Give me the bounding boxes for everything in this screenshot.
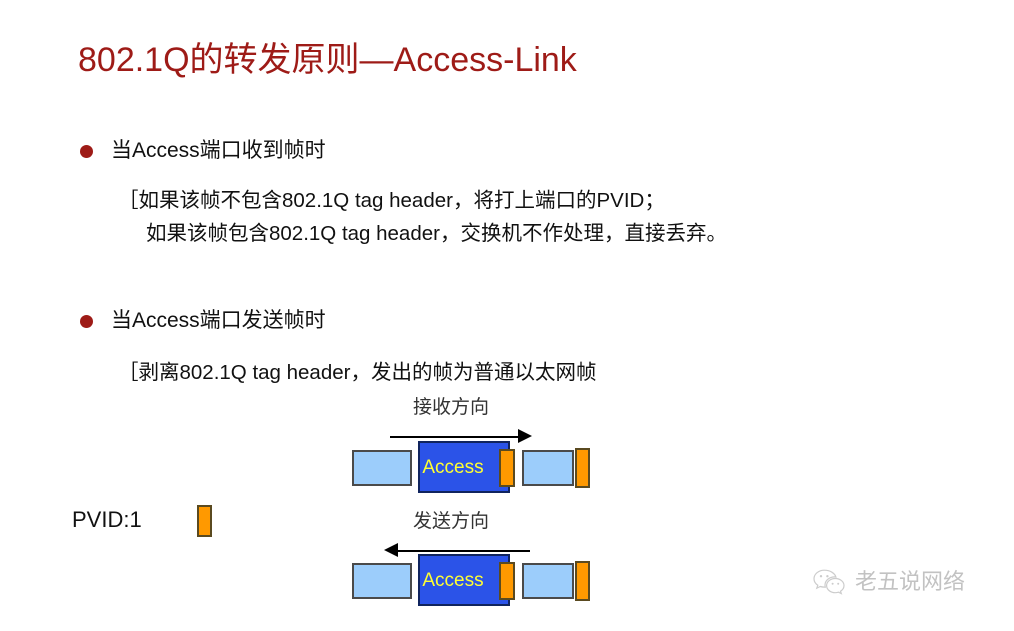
send-untagged-frame-box bbox=[352, 563, 412, 599]
send-arrow-shaft-icon bbox=[398, 550, 530, 552]
detail-line-receive-1: ［如果该帧不包含802.1Q tag header，将打上端口的PVID； bbox=[118, 189, 665, 212]
pvid-legend-label: PVID:1 bbox=[72, 507, 142, 532]
send-access-port-label: Access bbox=[422, 569, 484, 591]
bullet-dot-icon bbox=[80, 145, 93, 158]
receive-untagged-frame-box bbox=[352, 450, 412, 486]
send-access-port-box: Access bbox=[418, 554, 510, 606]
bullet-detail-receive: ［如果该帧不包含802.1Q tag header，将打上端口的PVID； 如果… bbox=[118, 184, 878, 250]
bullet-item-send: 当Access端口发送帧时 bbox=[80, 306, 326, 336]
watermark: 老五说网络 bbox=[812, 568, 965, 596]
send-arrow-head-icon bbox=[384, 543, 398, 557]
receive-direction-label: 接收方向 bbox=[413, 397, 490, 418]
detail-line-receive-2: 如果该帧包含802.1Q tag header，交换机不作处理，直接丢弃。 bbox=[146, 222, 727, 245]
send-access-tag-icon bbox=[499, 562, 515, 600]
send-frame-tag-icon bbox=[575, 561, 590, 601]
receive-access-port-label: Access bbox=[422, 456, 484, 478]
receive-access-port-box: Access bbox=[418, 441, 510, 493]
wechat-icon bbox=[813, 569, 845, 595]
page-title: 802.1Q的转发原则—Access-Link bbox=[78, 41, 577, 79]
bullet-detail-send: ［剥离802.1Q tag header，发出的帧为普通以太网帧 bbox=[118, 356, 878, 389]
receive-tagged-frame-box bbox=[522, 450, 574, 486]
bullet-label-receive: 当Access端口收到帧时 bbox=[111, 139, 326, 162]
bullet-item-receive: 当Access端口收到帧时 bbox=[80, 136, 326, 166]
bullet-dot-icon bbox=[80, 315, 93, 328]
bullet-label-send: 当Access端口发送帧时 bbox=[111, 309, 326, 332]
watermark-text: 老五说网络 bbox=[855, 569, 966, 594]
pvid-tag-swatch-icon bbox=[197, 505, 212, 537]
send-direction-label: 发送方向 bbox=[413, 511, 490, 532]
send-tagged-frame-box bbox=[522, 563, 574, 599]
receive-arrow-head-icon bbox=[518, 429, 532, 443]
receive-arrow-shaft-icon bbox=[390, 436, 522, 438]
detail-line-send-1: ［剥离802.1Q tag header，发出的帧为普通以太网帧 bbox=[118, 361, 597, 384]
receive-access-tag-icon bbox=[499, 449, 515, 487]
receive-frame-tag-icon bbox=[575, 448, 590, 488]
